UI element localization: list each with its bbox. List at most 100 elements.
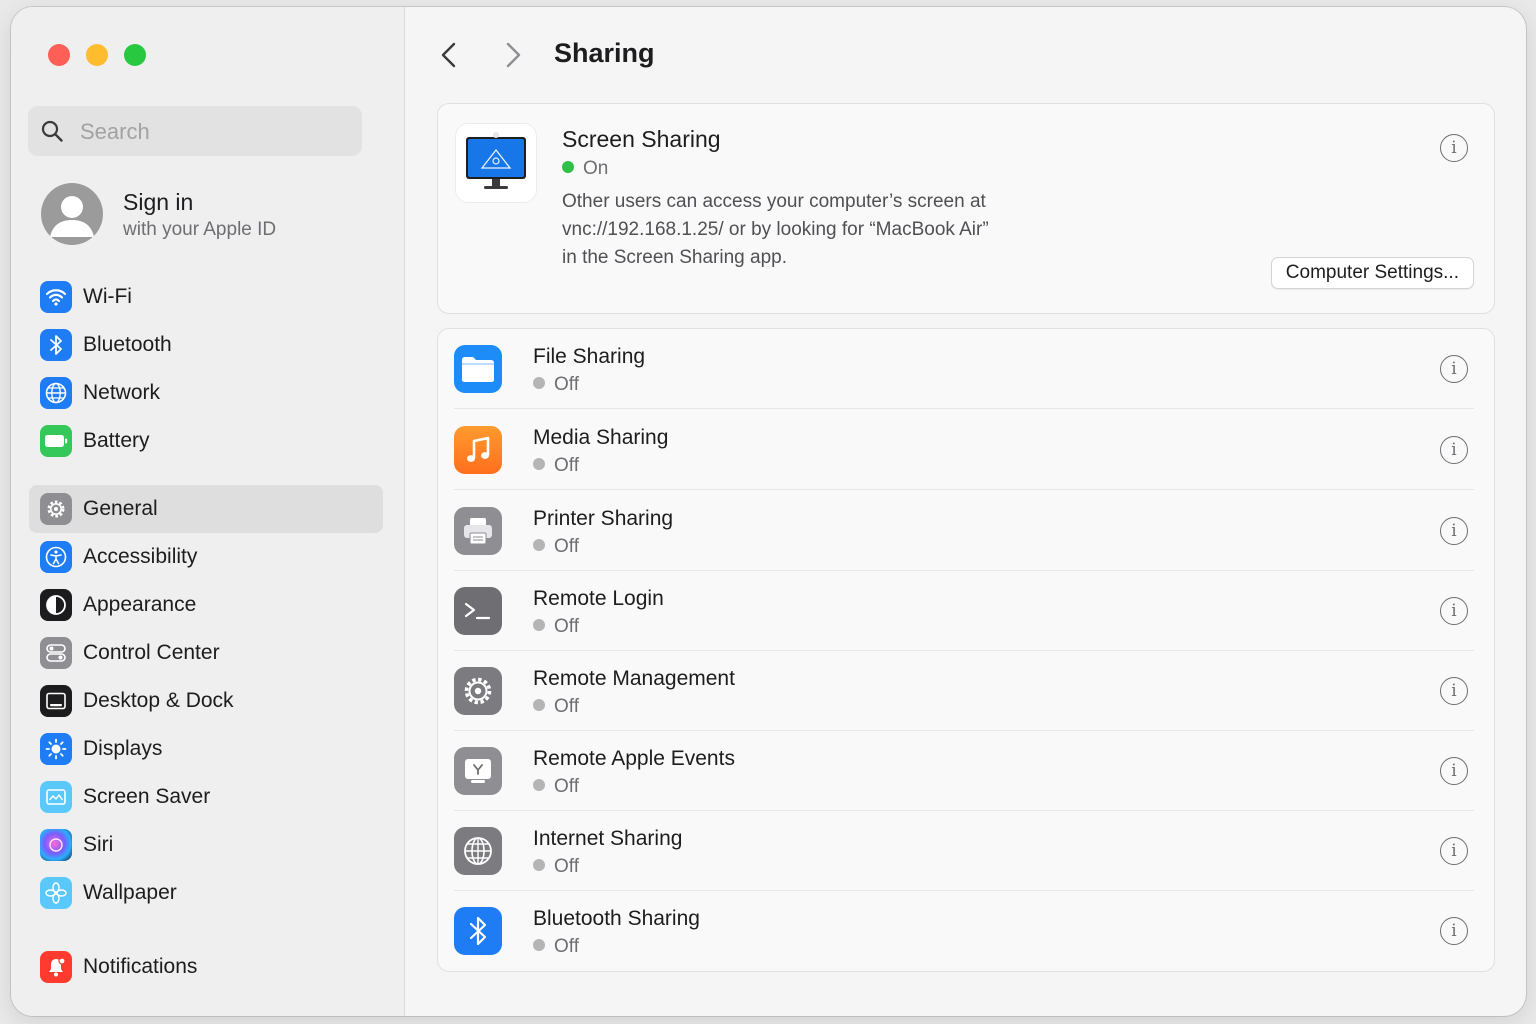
service-status: Off [533,856,579,878]
service-row-bluetooth-sharing[interactable]: Bluetooth Sharing Off i [438,891,1494,971]
status-dot-on [562,161,574,173]
sidebar-item-displays[interactable]: Displays [29,725,383,773]
sidebar-item-screen-saver[interactable]: Screen Saver [29,773,383,821]
file-sharing-info-button[interactable]: i [1440,355,1468,383]
sidebar-item-siri[interactable]: Siri [29,821,383,869]
sidebar-item-label: Siri [83,833,114,856]
avatar [41,183,103,245]
service-row-remote-management[interactable]: Remote Management Off i [438,651,1494,731]
remote-management-info-button[interactable]: i [1440,677,1468,705]
folder-icon [454,345,502,393]
status-dot-off [533,699,545,711]
sidebar-item-notifications[interactable]: Notifications [29,943,383,991]
service-row-media-sharing[interactable]: Media Sharing Off i [438,410,1494,490]
screen-sharing-card: Screen Sharing On Other users can access… [437,103,1495,314]
service-title: Remote Login [533,587,664,610]
person-icon [50,196,94,237]
sidebar-item-label: Appearance [83,593,197,616]
gear-icon [40,493,72,525]
sidebar-item-wallpaper[interactable]: Wallpaper [29,869,383,917]
battery-icon [40,425,72,457]
sidebar-item-desktop-dock[interactable]: Desktop & Dock [29,677,383,725]
bluetooth-sharing-info-button[interactable]: i [1440,917,1468,945]
row-divider [454,489,1474,490]
sidebar-item-battery[interactable]: Battery [29,417,383,465]
remote-login-info-button[interactable]: i [1440,597,1468,625]
service-status: Off [533,536,579,558]
status-dot-off [533,458,545,470]
minimize-window-button[interactable] [86,44,108,66]
close-window-button[interactable] [48,44,70,66]
screen-sharing-title: Screen Sharing [562,126,721,152]
internet-sharing-info-button[interactable]: i [1440,837,1468,865]
remote-apple-events-info-button[interactable]: i [1440,757,1468,785]
printer-icon [454,507,502,555]
zoom-window-button[interactable] [124,44,146,66]
sidebar-item-general[interactable]: General [29,485,383,533]
service-title: Media Sharing [533,426,669,449]
description-line: vnc://192.168.1.25/ or by looking for “M… [562,219,989,240]
system-settings-window: Sign in with your Apple ID Wi-Fi Blue [11,7,1526,1016]
status-text: On [583,158,609,179]
status-dot-off [533,859,545,871]
sidebar-item-wifi[interactable]: Wi-Fi [29,273,383,321]
globe-icon [40,377,72,409]
sharing-services-list: File Sharing Off i Media Sharing Off i P… [437,328,1495,972]
service-status: Off [533,696,579,718]
sidebar-item-appearance[interactable]: Appearance [29,581,383,629]
sidebar-item-label: Displays [83,737,163,760]
service-row-remote-apple-events[interactable]: Remote Apple Events Off i [438,731,1494,811]
main-pane: Sharing Screen Sharing On Other users ca… [405,7,1526,1016]
service-row-remote-login[interactable]: Remote Login Off i [438,571,1494,651]
service-row-file-sharing[interactable]: File Sharing Off i [438,329,1494,409]
sidebar-item-label: Screen Saver [83,785,211,808]
service-title: Remote Management [533,667,735,690]
status-text: Off [554,616,579,637]
siri-icon [40,829,72,861]
service-status: Off [533,776,579,798]
sidebar-item-accessibility[interactable]: Accessibility [29,533,383,581]
screen-sharing-status: On [562,158,608,180]
sidebar-item-label: Wallpaper [83,881,177,904]
status-dot-off [533,779,545,791]
service-title: File Sharing [533,345,646,368]
sign-in-sublabel: with your Apple ID [123,219,277,240]
status-text: Off [554,696,579,717]
service-title: Bluetooth Sharing [533,907,700,930]
sidebar-item-label: Battery [83,429,150,452]
status-text: Off [554,374,579,395]
media-sharing-info-button[interactable]: i [1440,436,1468,464]
search-input[interactable] [78,116,352,148]
printer-sharing-info-button[interactable]: i [1440,517,1468,545]
sidebar: Sign in with your Apple ID Wi-Fi Blue [11,7,405,1016]
status-text: Off [554,936,579,957]
apple-events-icon [454,747,502,795]
service-status: Off [533,455,579,477]
search-icon [41,120,63,142]
bell-icon [40,951,72,983]
sidebar-item-label: Notifications [83,955,198,978]
status-dot-off [533,539,545,551]
status-text: Off [554,776,579,797]
dock-icon [40,685,72,717]
wifi-icon [40,281,72,313]
service-row-internet-sharing[interactable]: Internet Sharing Off i [438,811,1494,891]
service-row-printer-sharing[interactable]: Printer Sharing Off i [438,491,1494,571]
sidebar-item-bluetooth[interactable]: Bluetooth [29,321,383,369]
description-line: Other users can access your computer’s s… [562,191,986,212]
sidebar-item-control-center[interactable]: Control Center [29,629,383,677]
screen-sharing-info-button[interactable]: i [1440,134,1468,162]
apple-id-sign-in[interactable]: Sign in with your Apple ID [41,183,381,247]
screen-saver-icon [40,781,72,813]
row-divider [454,408,1474,409]
back-chevron-icon[interactable] [435,39,463,71]
service-status: Off [533,616,579,638]
service-title: Printer Sharing [533,507,674,530]
screen-sharing-icon [456,124,536,202]
sidebar-item-network[interactable]: Network [29,369,383,417]
search-field[interactable] [28,106,362,156]
terminal-icon [454,587,502,635]
computer-settings-button[interactable]: Computer Settings... [1270,257,1474,289]
forward-chevron-icon[interactable] [499,39,527,71]
status-dot-off [533,619,545,631]
